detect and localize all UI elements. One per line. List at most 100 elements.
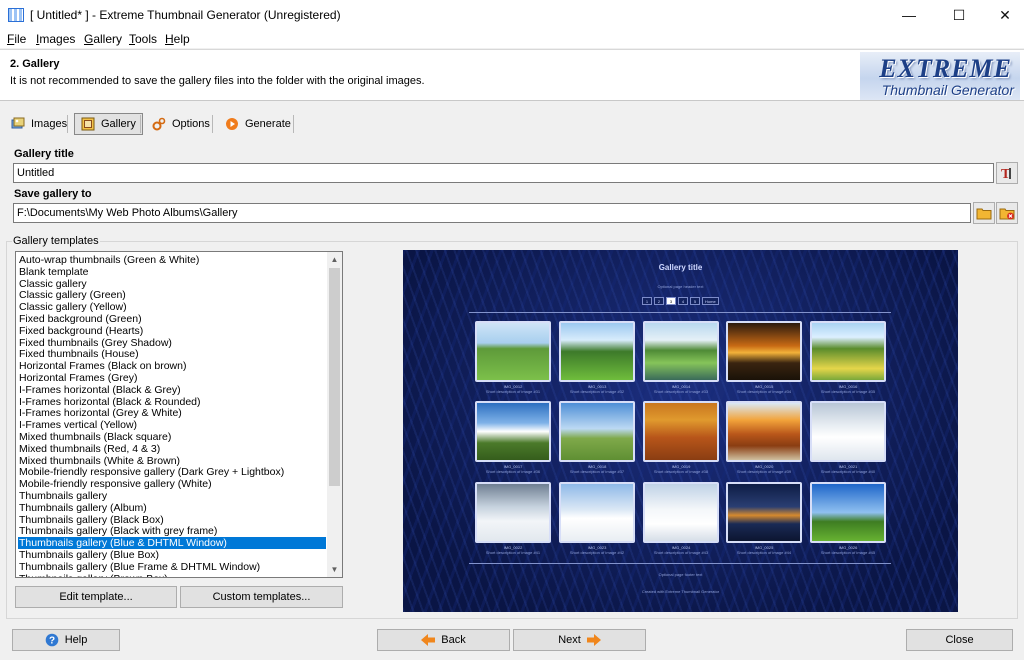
preview-thumbnail-description: Short description of image #40 (820, 469, 876, 474)
template-list-item[interactable]: Mixed thumbnails (Black square) (18, 431, 326, 443)
menu-help[interactable]: Help (165, 32, 190, 46)
save-gallery-label: Save gallery to (14, 188, 92, 200)
template-list-item[interactable]: I-Frames horizontal (Grey & White) (18, 407, 326, 419)
preview-thumbnail-description: Short description of image #39 (736, 469, 792, 474)
template-list-item[interactable]: Thumbnails gallery (18, 490, 326, 502)
tab-options[interactable]: Options (145, 113, 217, 135)
options-gear-icon (152, 117, 166, 131)
template-list-item[interactable]: Fixed background (Hearts) (18, 325, 326, 337)
template-list-item[interactable]: Fixed background (Green) (18, 313, 326, 325)
toolbar-divider (140, 115, 141, 133)
template-list-item[interactable]: Thumbnails gallery (Album) (18, 502, 326, 514)
templates-scrollbar[interactable]: ▲ ▼ (327, 252, 342, 577)
template-list-item[interactable]: Thumbnails gallery (Blue & DHTML Window) (18, 537, 326, 550)
help-button[interactable]: ? Help (12, 629, 120, 651)
preview-thumbnail (810, 482, 886, 543)
save-path-input[interactable]: F:\Documents\My Web Photo Albums\Gallery (13, 203, 971, 223)
close-button[interactable]: Close (906, 629, 1013, 651)
template-list-item[interactable]: Horizontal Frames (Grey) (18, 372, 326, 384)
preview-thumbnail-description: Short description of image #36 (485, 469, 541, 474)
preview-thumbnail (643, 401, 719, 462)
preview-thumbnail (643, 482, 719, 543)
preview-thumbnail (810, 321, 886, 382)
template-list-item[interactable]: Thumbnails gallery (Brown Box) (18, 573, 326, 577)
template-list-item[interactable]: Fixed thumbnails (House) (18, 348, 326, 360)
tab-gallery-label: Gallery (101, 118, 136, 130)
title-bar[interactable]: [ Untitled* ] - Extreme Thumbnail Genera… (0, 0, 1024, 30)
preview-thumbnail (475, 321, 551, 382)
edit-template-button[interactable]: Edit template... (15, 586, 177, 608)
template-list-item[interactable]: Thumbnails gallery (Blue Box) (18, 549, 326, 561)
toolbar-divider (293, 115, 294, 133)
browse-folder-button[interactable] (973, 202, 995, 224)
template-list-item[interactable]: Fixed thumbnails (Grey Shadow) (18, 337, 326, 349)
scroll-up-arrow[interactable]: ▲ (327, 252, 342, 267)
preview-gallery-title: Gallery title (658, 263, 703, 272)
template-list-item[interactable]: Horizontal Frames (Black on brown) (18, 360, 326, 372)
preview-header-text: Optional page header text (657, 284, 704, 289)
title-font-button[interactable]: T (996, 162, 1018, 184)
step-title: 2. Gallery (10, 58, 60, 70)
close-window-button[interactable]: ✕ (982, 0, 1024, 30)
maximize-button[interactable]: ☐ (936, 0, 982, 30)
preview-page-link: 4 (678, 297, 688, 305)
gallery-icon (81, 117, 95, 131)
preview-page-link: 3 (666, 297, 676, 305)
template-list-item[interactable]: I-Frames horizontal (Black & Grey) (18, 384, 326, 396)
preview-thumbnail (643, 321, 719, 382)
template-list-item[interactable]: Mixed thumbnails (White & Brown) (18, 455, 326, 467)
preview-divider (469, 312, 891, 313)
app-logo-icon (8, 8, 24, 22)
scroll-down-arrow[interactable]: ▼ (327, 562, 342, 577)
preview-thumbnail-description: Short description of image #44 (736, 550, 792, 555)
template-list-item[interactable]: Mobile-friendly responsive gallery (Whit… (18, 478, 326, 490)
preview-thumbnail-description: Short description of image #34 (736, 389, 792, 394)
template-list-item[interactable]: I-Frames horizontal (Black & Rounded) (18, 396, 326, 408)
menu-file[interactable]: File (7, 32, 26, 46)
template-list-item[interactable]: Classic gallery (Green) (18, 289, 326, 301)
scroll-thumb[interactable] (329, 268, 340, 486)
folder-icon (976, 208, 992, 220)
app-window: [ Untitled* ] - Extreme Thumbnail Genera… (0, 0, 1024, 660)
template-list-item[interactable]: Thumbnails gallery (Blue Frame & DHTML W… (18, 561, 326, 573)
template-list-item[interactable]: Auto-wrap thumbnails (Green & White) (18, 254, 326, 266)
preview-thumbnail-description: Short description of image #42 (569, 550, 625, 555)
folder-delete-icon (999, 208, 1015, 220)
menu-gallery[interactable]: Gallery (84, 32, 122, 46)
template-list-item[interactable]: Blank template (18, 266, 326, 278)
menu-images[interactable]: Images (36, 32, 75, 46)
preview-divider (469, 563, 891, 564)
preview-page-link: 1 (642, 297, 652, 305)
templates-list[interactable]: Auto-wrap thumbnails (Green & White) Blan… (15, 251, 343, 578)
window-title: [ Untitled* ] - Extreme Thumbnail Genera… (30, 8, 341, 22)
preview-footer-text: Optional page footer text (658, 572, 703, 577)
preview-credit-text: Created with Extreme Thumbnail Generator (641, 589, 720, 594)
tab-gallery[interactable]: Gallery (74, 113, 143, 135)
custom-templates-button[interactable]: Custom templates... (180, 586, 343, 608)
template-list-item[interactable]: Classic gallery (Yellow) (18, 301, 326, 313)
minimize-button[interactable]: — (886, 0, 932, 30)
clear-folder-button[interactable] (996, 202, 1018, 224)
template-list-item[interactable]: Mobile-friendly responsive gallery (Dark… (18, 466, 326, 478)
next-button[interactable]: Next (513, 629, 646, 651)
preview-thumbnail-description: Short description of image #37 (569, 469, 625, 474)
menu-tools[interactable]: Tools (129, 32, 157, 46)
template-list-item[interactable]: Classic gallery (18, 278, 326, 290)
step-tabs: Images Gallery Options Generate (0, 110, 1024, 138)
template-list-item[interactable]: Thumbnails gallery (Black with grey fram… (18, 525, 326, 537)
help-label: Help (64, 634, 88, 646)
tab-images[interactable]: Images (4, 113, 74, 135)
back-arrow-icon (421, 634, 436, 646)
template-list-item[interactable]: Mixed thumbnails (Red, 4 & 3) (18, 443, 326, 455)
tab-generate[interactable]: Generate (218, 113, 298, 135)
template-list-item[interactable]: Thumbnails gallery (Black Box) (18, 514, 326, 526)
gallery-title-input[interactable]: Untitled (13, 163, 994, 183)
preview-page-link: 5 (690, 297, 700, 305)
logo-line-2: Thumbnail Generator (881, 82, 1014, 98)
template-list-item[interactable]: I-Frames vertical (Yellow) (18, 419, 326, 431)
preview-thumbnail-description: Short description of image #41 (485, 550, 541, 555)
preview-thumbnail (559, 321, 635, 382)
back-button[interactable]: Back (377, 629, 510, 651)
images-icon (11, 117, 25, 129)
preview-thumbnail-description: Short description of image #43 (653, 550, 709, 555)
